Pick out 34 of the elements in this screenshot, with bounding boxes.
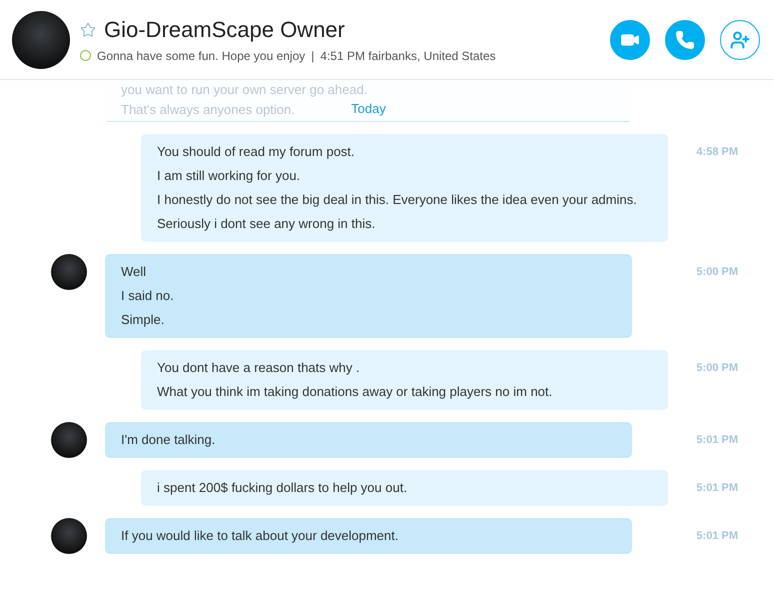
faded-message-text: you want to run your own server go ahead. (121, 81, 368, 99)
avatar (51, 422, 87, 458)
day-divider-label: Today (348, 101, 388, 116)
separator: | (311, 48, 314, 62)
message-time: 5:01 PM (695, 482, 738, 494)
local-time: 4:51 PM fairbanks, United States (320, 48, 496, 62)
message-text: I honestly do not see the big deal in this. Everyone likes the idea even your admins. (157, 191, 638, 209)
message-time: 5:00 PM (695, 362, 738, 374)
message-text: Simple. (121, 311, 166, 329)
message-time: 4:58 PM (695, 146, 738, 158)
call-button[interactable] (665, 20, 705, 60)
message-time: 5:00 PM (695, 266, 738, 278)
mood-message: Gonna have some fun. Hope you enjoy (97, 48, 306, 62)
message-text: I said no. (121, 287, 175, 305)
video-call-button[interactable] (610, 20, 650, 60)
favorite-star-icon[interactable] (80, 22, 96, 38)
message-text: Well (121, 263, 148, 281)
message-time: 5:01 PM (695, 530, 738, 542)
avatar (51, 254, 87, 290)
message-text: Seriously i dont see any wrong in this. (157, 215, 376, 233)
message-text: i spent 200$ fucking dollars to help you out. (157, 479, 408, 497)
avatar (51, 518, 87, 554)
faded-message-text: That's always anyones option. (121, 101, 295, 119)
message-text: I'm done talking. (121, 431, 216, 449)
phone-icon (675, 30, 695, 50)
message-text: If you would like to talk about your development. (121, 527, 400, 545)
message-text: What you think im taking donations away or taking players no im not. (157, 383, 554, 401)
add-person-icon (730, 30, 750, 50)
message-text: I am still working for you. (157, 167, 302, 185)
message-time: 5:01 PM (695, 434, 738, 446)
contact-name: Gio-DreamScape Owner (104, 16, 345, 42)
add-contact-button[interactable] (720, 20, 760, 60)
message-text: You should of read my forum post. (157, 143, 356, 161)
message-text: You dont have a reason thats why . (157, 359, 361, 377)
